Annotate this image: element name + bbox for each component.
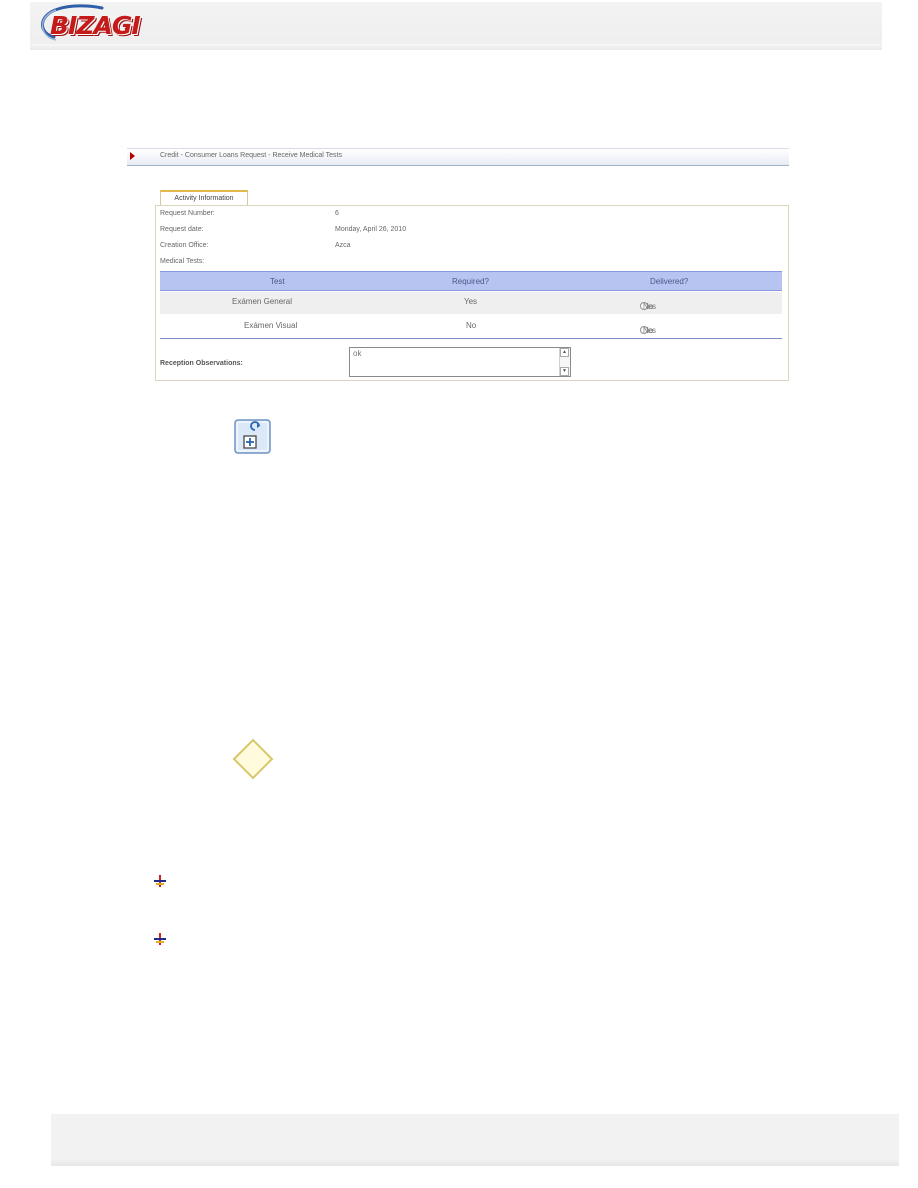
textarea-scrollbar[interactable]: ▲ ▼ [559, 348, 570, 376]
radio-label-no: No [643, 326, 654, 335]
test-name: Exámen Visual [244, 321, 298, 330]
request-date-value: Monday, April 26, 2010 [335, 226, 407, 233]
column-header-delivered: Delivered? [650, 277, 689, 286]
form-screenshot: Credit - Consumer Loans Request - Receiv… [127, 148, 789, 384]
medical-tests-label: Medical Tests: [160, 258, 205, 265]
plus-icon [154, 932, 166, 945]
grid-header: Test Required? Delivered? [160, 271, 782, 291]
reception-observations-textarea[interactable]: ok ▲ ▼ [349, 347, 571, 377]
required-value: No [466, 321, 477, 330]
scroll-up-icon[interactable]: ▲ [560, 348, 569, 357]
creation-office-value: Azca [335, 242, 351, 249]
tab-activity-information[interactable]: Activity Information [160, 190, 248, 205]
activity-panel: Request Number: 6 Request date: Monday, … [155, 205, 789, 381]
request-number-label: Request Number: [160, 210, 215, 217]
test-name: Exámen General [232, 297, 293, 306]
table-row: Exámen General Yes Yes No [160, 292, 782, 314]
radio-label-no: No [643, 302, 654, 311]
required-value: Yes [464, 297, 478, 306]
scroll-down-icon[interactable]: ▼ [560, 367, 569, 376]
column-header-test: Test [270, 277, 285, 286]
reception-observations-label: Reception Observations: [160, 360, 243, 367]
breadcrumb-arrow-icon [130, 152, 135, 160]
request-number-value: 6 [335, 210, 339, 217]
header-band [30, 2, 882, 50]
table-row: Exámen Visual No Yes No [160, 316, 782, 338]
observations-text: ok [353, 349, 362, 358]
grid-divider [160, 338, 782, 339]
breadcrumb-text[interactable]: Credit - Consumer Loans Request - Receiv… [160, 152, 342, 159]
plus-icon [154, 874, 166, 887]
creation-office-label: Creation Office: [160, 242, 209, 249]
column-header-required: Required? [452, 277, 489, 286]
subprocess-icon [233, 418, 273, 456]
breadcrumb: Credit - Consumer Loans Request - Receiv… [127, 148, 789, 166]
logo-text: BIZAGI [50, 11, 141, 40]
request-date-label: Request date: [160, 226, 204, 233]
gateway-icon [232, 738, 274, 780]
bizagi-logo: BIZAGI [36, 3, 148, 45]
footer-band [51, 1114, 899, 1166]
